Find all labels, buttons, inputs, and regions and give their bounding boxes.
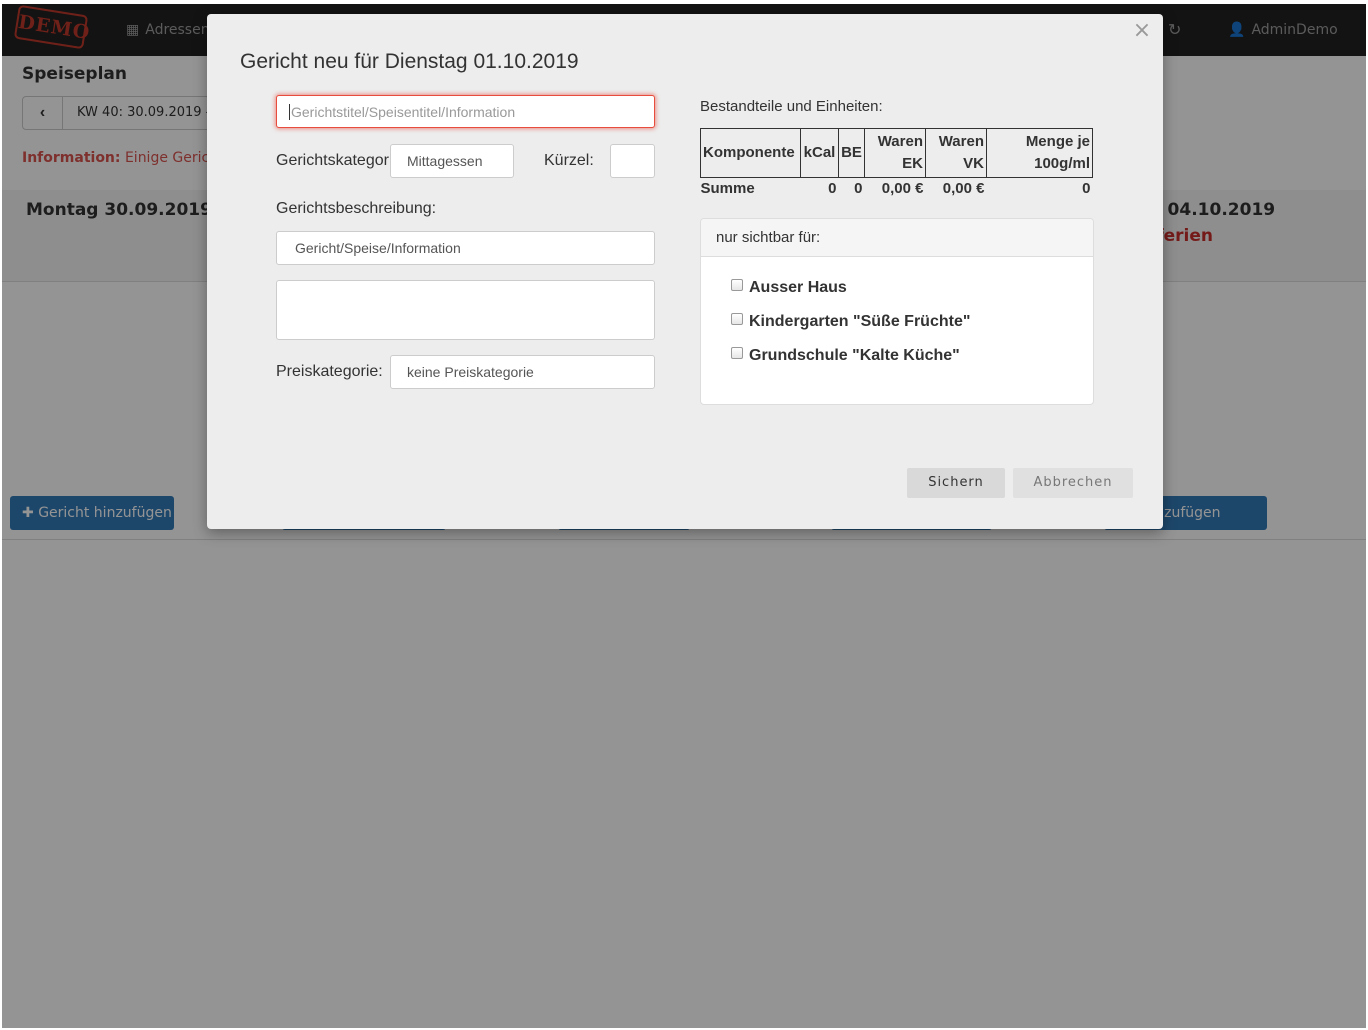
close-icon[interactable]: × bbox=[1131, 20, 1153, 42]
dish-title-input[interactable]: Gerichtstitel/Speisentitel/Information bbox=[276, 95, 655, 128]
visibility-option-ausser-haus[interactable]: Ausser Haus bbox=[731, 279, 847, 297]
sum-vk: 0,00 € bbox=[942, 180, 985, 197]
col-header-kcal: kCal bbox=[800, 128, 839, 178]
visibility-option-kindergarten[interactable]: Kindergarten "Süße Früchte" bbox=[731, 313, 970, 331]
components-table: Komponente kCal BE Waren EK Waren VK Menge… bbox=[700, 128, 1093, 200]
checkbox[interactable] bbox=[731, 279, 743, 291]
save-button[interactable]: Sichern bbox=[907, 468, 1005, 498]
description-label: Gerichtsbeschreibung: bbox=[276, 200, 437, 217]
dialog-title: Gericht neu für Dienstag 01.10.2019 bbox=[240, 50, 579, 73]
col-header-amount: Menge je 100g/ml bbox=[986, 128, 1093, 178]
sum-amount: 0 bbox=[1082, 180, 1091, 197]
sum-be: 0 bbox=[854, 180, 863, 197]
sum-label: Summe bbox=[700, 180, 755, 197]
col-header-be: BE bbox=[838, 128, 865, 178]
visibility-option-label: Grundschule "Kalte Küche" bbox=[749, 347, 960, 364]
price-category-label: Preiskategorie: bbox=[276, 363, 383, 380]
description-textarea[interactable] bbox=[276, 280, 655, 340]
col-header-component: Komponente bbox=[700, 128, 801, 178]
col-header-ek: Waren EK bbox=[864, 128, 926, 178]
sum-ek: 0,00 € bbox=[881, 180, 924, 197]
dish-title-placeholder: Gerichtstitel/Speisentitel/Information bbox=[291, 103, 516, 120]
description-input[interactable]: Gericht/Speise/Information bbox=[276, 231, 655, 265]
price-category-select[interactable]: keine Preiskategorie bbox=[390, 355, 655, 389]
checkbox[interactable] bbox=[731, 347, 743, 359]
cancel-button[interactable]: Abbrechen bbox=[1013, 468, 1133, 498]
visibility-option-label: Ausser Haus bbox=[749, 279, 847, 296]
category-select[interactable]: Mittagessen bbox=[390, 144, 514, 178]
visibility-heading: nur sichtbar für: bbox=[701, 219, 1093, 257]
components-label: Bestandteile und Einheiten: bbox=[700, 98, 883, 115]
checkbox[interactable] bbox=[731, 313, 743, 325]
components-sum-row: Summe 0 0 0,00 € 0,00 € 0 bbox=[701, 178, 1093, 201]
short-code-input[interactable] bbox=[610, 144, 655, 178]
new-dish-dialog: × Gericht neu für Dienstag 01.10.2019 Ge… bbox=[207, 14, 1163, 529]
visibility-panel: nur sichtbar für: Ausser Haus Kindergart… bbox=[700, 218, 1094, 405]
sum-kcal: 0 bbox=[828, 180, 837, 197]
short-code-label: Kürzel: bbox=[544, 152, 594, 169]
components-header-row: Komponente kCal BE Waren EK Waren VK Menge… bbox=[700, 128, 1093, 178]
category-label: Gerichtskategorie bbox=[276, 152, 390, 169]
visibility-option-label: Kindergarten "Süße Früchte" bbox=[749, 313, 971, 330]
text-cursor bbox=[289, 103, 290, 120]
col-header-vk: Waren VK bbox=[925, 128, 987, 178]
visibility-option-grundschule[interactable]: Grundschule "Kalte Küche" bbox=[731, 347, 960, 365]
